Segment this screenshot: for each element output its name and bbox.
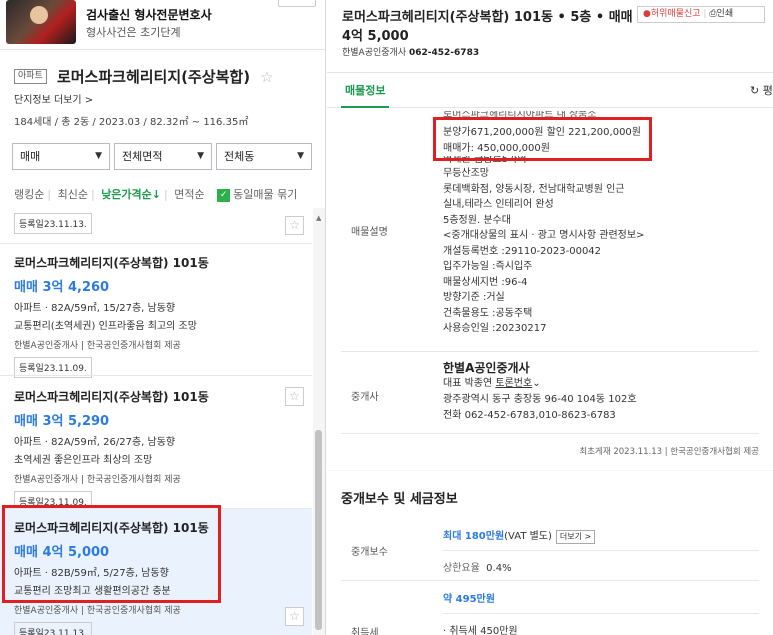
listing-title: 로머스파크헤리티지(주상복합) 101동: [14, 390, 209, 404]
action-box: ●허위매물신고 | ⎙인쇄: [637, 6, 765, 23]
listing-title: 로머스파크헤리티지(주상복합) 101동: [14, 256, 209, 270]
fee-heading: 중개보수 및 세금정보: [341, 492, 458, 507]
detail-tabs: 매물정보 ↻ 평: [327, 72, 773, 108]
listing-detail: 아파트 · 82A/59㎡, 15/27층, 남동향: [14, 303, 176, 314]
list-item-selected[interactable]: 로머스파크헤리티지(주상복합) 101동 매매 4억 5,000 아파트 · 8…: [0, 509, 312, 635]
complex-name: 로머스파크헤리티지(주상복합): [56, 68, 251, 86]
listing-remark: 교통편리 조망최고 생활편의공간 충분: [14, 586, 171, 597]
detail-price: 4억 5,000: [342, 29, 409, 44]
print-button[interactable]: ⎙인쇄: [709, 9, 733, 19]
fee-rate: 상한요율 0.4%: [443, 563, 512, 574]
sort-ranking[interactable]: 랭킹순: [14, 188, 44, 201]
fee-more-button[interactable]: 더보기 >: [555, 530, 596, 544]
listing-date: 등록일23.11.13.: [14, 622, 92, 635]
sort-low-price[interactable]: 낮은가격순↓: [101, 188, 161, 201]
fee-tax-section: 중개보수 및 세금정보 중개보수 최대 180만원(VAT 별도) 더보기 > 상…: [327, 471, 773, 635]
list-item[interactable]: 로머스파크헤리티지(주상복합) 101동 매매 3억 4,260 아파트 · 8…: [0, 254, 312, 406]
tax-detail: · 취득세 450만원: [443, 626, 518, 635]
listing-description: 로머스파크헤리티지아파트 내 상품소 분양가671,200,000원 할인 22…: [443, 111, 645, 334]
chevron-down-icon: ▼: [95, 151, 102, 161]
favorite-star-icon[interactable]: ☆: [285, 216, 304, 235]
detail-panel: 로머스파크헤리티지(주상복합) 101동 • 5층 • 매매 4억 5,000 …: [327, 0, 773, 635]
detail-title: 로머스파크헤리티지(주상복합) 101동 • 5층 • 매매: [342, 10, 633, 25]
listing-broker: 한별A공인중개사 | 한국공인중개사협회 제공: [14, 341, 181, 351]
tax-label: 취득세: [351, 628, 379, 635]
filter-bar: 매매 ▼ 전체면적 ▼ 전체동 ▼: [12, 143, 312, 170]
desc-label: 매물설명: [351, 227, 388, 238]
listing-panel: 검사출신 형사전문변호사 형사사건은 초기단계 아파트 로머스파크헤리티지(주상…: [0, 0, 326, 635]
listing-remark: 교통편리(초역세권) 인프라좋음 최고의 조망: [14, 321, 197, 332]
agent-info: 한별A공인중개사 대표 박종연 토론번호⌄ 광주광역시 동구 충장동 96-40…: [443, 361, 637, 421]
chevron-down-icon: ⌄: [532, 378, 541, 389]
sort-area[interactable]: 면적순: [174, 188, 204, 201]
listing-list: 등록일23.11.13. ☆ 로머스파크헤리티지(주상복합) 101동 매매 3…: [0, 208, 325, 635]
complex-header: 아파트 로머스파크헤리티지(주상복합) ☆ 단지정보 더보기 > 184세대 /…: [14, 66, 317, 128]
ad-title: 검사출신 형사전문변호사: [86, 8, 212, 22]
listing-price: 매매 3억 4,260: [14, 280, 110, 295]
trade-type-select[interactable]: 매매 ▼: [12, 143, 110, 170]
apartment-badge: 아파트: [14, 69, 47, 84]
listing-detail: 아파트 · 82B/59㎡, 5/27층, 남동향: [14, 568, 169, 579]
building-select[interactable]: 전체동 ▼: [216, 143, 312, 170]
sort-bar: 랭킹순 | 최신순 | 낮은가격순↓ | 면적순 ✓ 동일매물 묶기: [14, 188, 298, 202]
chevron-down-icon: ▼: [197, 151, 204, 161]
listing-title: 로머스파크헤리티지(주상복합) 101동: [14, 521, 209, 535]
area-select[interactable]: 전체면적 ▼: [114, 143, 212, 170]
listing-price: 매매 4억 5,000: [14, 545, 110, 560]
favorite-star-icon[interactable]: ☆: [260, 68, 273, 86]
list-scrollbar[interactable]: ▲: [313, 208, 325, 635]
list-item[interactable]: 등록일23.11.13. ☆: [0, 212, 312, 235]
ad-subtitle: 형사사건은 초기단계: [86, 26, 181, 39]
group-same-label: 동일매물 묶기: [233, 188, 298, 201]
listing-detail: 아파트 · 82A/59㎡, 26/27층, 남동향: [14, 437, 176, 448]
detail-header: 로머스파크헤리티지(주상복합) 101동 • 5층 • 매매 4억 5,000 …: [327, 0, 773, 72]
favorite-star-icon[interactable]: ☆: [285, 607, 304, 626]
complex-info-link[interactable]: 단지정보 더보기 >: [14, 91, 317, 106]
detail-footer: 최초게재 2023.11.13 | 한국공인중개사협회 제공: [579, 447, 759, 457]
chevron-down-icon: ▼: [297, 151, 304, 161]
agent-more-link[interactable]: 토론번호: [495, 378, 532, 389]
ad-banner[interactable]: 검사출신 형사전문변호사 형사사건은 초기단계: [0, 0, 325, 50]
ad-tag[interactable]: [278, 0, 316, 7]
listing-info-section: 매물설명 로머스파크헤리티지아파트 내 상품소 분양가671,200,000원 …: [327, 108, 773, 470]
listing-broker: 한별A공인중개사 | 한국공인중개사협회 제공: [14, 606, 181, 616]
agent-label: 중개사: [351, 392, 379, 403]
tab-right[interactable]: ↻ 평: [750, 73, 773, 108]
listing-remark: 초역세권 좋은인프라 최상의 조망: [14, 455, 153, 466]
complex-info: 184세대 / 총 2동 / 2023.03 / 82.32㎡ ~ 116.35…: [14, 117, 249, 128]
agent-name: 한별A공인중개사: [443, 361, 530, 375]
check-icon[interactable]: ✓: [217, 188, 231, 202]
list-item[interactable]: 로머스파크헤리티지(주상복합) 101동 매매 3억 5,290 아파트 · 8…: [0, 388, 312, 540]
detail-broker-phone: 한별A공인중개사 062-452-6783: [342, 48, 480, 58]
scrollbar-thumb[interactable]: [315, 430, 322, 630]
listing-date: 등록일23.11.13.: [14, 213, 92, 234]
ad-image: [6, 0, 76, 44]
tax-amount: 약 495만원: [443, 594, 495, 605]
sort-recent[interactable]: 최신순: [58, 188, 88, 201]
listing-broker: 한별A공인중개사 | 한국공인중개사협회 제공: [14, 475, 181, 485]
report-button[interactable]: ●허위매물신고: [638, 9, 701, 19]
fee-label: 중개보수: [351, 547, 388, 558]
scroll-up-icon[interactable]: ▲: [316, 214, 321, 222]
listing-price: 매매 3억 5,290: [14, 414, 110, 429]
fee-max: 최대 180만원(VAT 별도) 더보기 >: [443, 527, 596, 544]
tab-listing-info[interactable]: 매물정보: [341, 73, 390, 108]
